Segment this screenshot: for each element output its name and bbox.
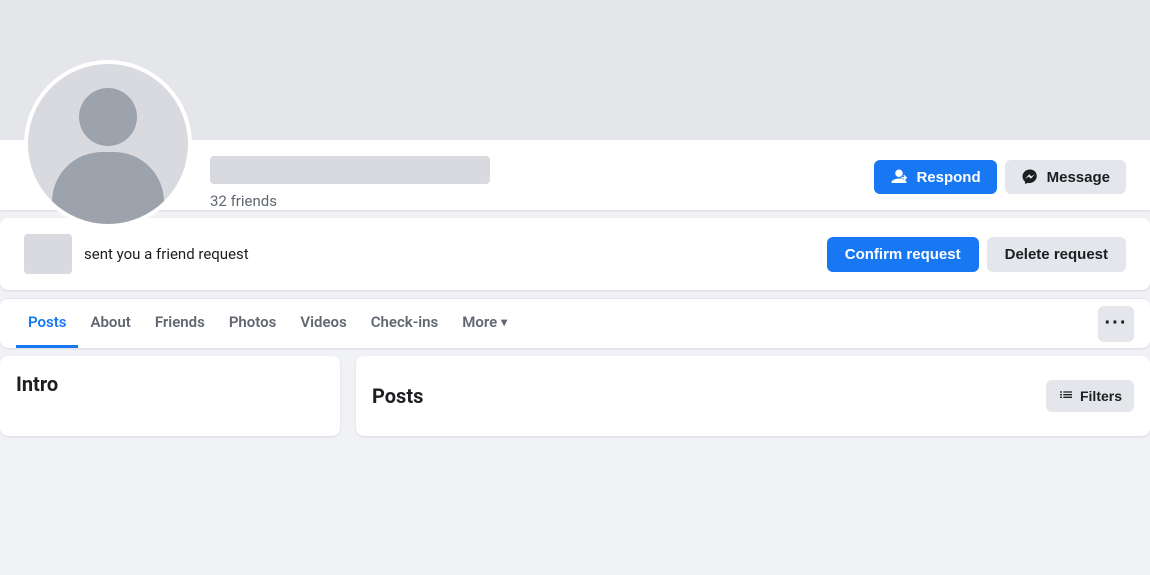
- posts-section: Posts Filters: [356, 356, 1150, 436]
- intro-title: Intro: [16, 372, 58, 396]
- respond-icon: [890, 168, 908, 186]
- friend-request-text: sent you a friend request: [84, 245, 249, 263]
- tab-videos[interactable]: Videos: [288, 299, 358, 348]
- message-button[interactable]: Message: [1005, 160, 1126, 194]
- tab-about[interactable]: About: [78, 299, 142, 348]
- nav-tabs: Posts About Friends Photos Videos Check-…: [16, 299, 519, 348]
- profile-nav: Posts About Friends Photos Videos Check-…: [0, 298, 1150, 348]
- friend-request-avatar: [24, 234, 72, 274]
- nav-ellipsis-button[interactable]: ···: [1098, 306, 1134, 342]
- messenger-icon: [1021, 168, 1039, 186]
- respond-button[interactable]: Respond: [874, 160, 996, 194]
- chevron-down-icon: ▾: [501, 315, 507, 329]
- tab-checkins[interactable]: Check-ins: [359, 299, 450, 348]
- bottom-sections: Intro Posts Filters: [0, 356, 1150, 436]
- friend-request-banner: sent you a friend request Confirm reques…: [0, 218, 1150, 290]
- profile-section: 32 friends Respond Message: [0, 140, 1150, 210]
- friend-request-actions: Confirm request Delete request: [827, 237, 1126, 272]
- filters-label: Filters: [1080, 388, 1122, 404]
- posts-title: Posts: [372, 384, 423, 408]
- avatar-wrapper: [24, 60, 192, 228]
- name-placeholder: [210, 156, 490, 184]
- friends-count: 32 friends: [210, 192, 490, 210]
- intro-section: Intro: [0, 356, 340, 436]
- respond-label: Respond: [916, 169, 980, 186]
- message-label: Message: [1047, 169, 1110, 186]
- avatar: [24, 60, 192, 228]
- filters-button[interactable]: Filters: [1046, 380, 1134, 412]
- delete-request-button[interactable]: Delete request: [987, 237, 1126, 272]
- profile-actions: Respond Message: [874, 160, 1126, 210]
- tab-friends[interactable]: Friends: [143, 299, 217, 348]
- confirm-request-button[interactable]: Confirm request: [827, 237, 979, 272]
- tab-more[interactable]: More ▾: [450, 299, 519, 348]
- friend-request-left: sent you a friend request: [24, 234, 249, 274]
- filters-icon: [1058, 388, 1074, 404]
- tab-photos[interactable]: Photos: [217, 299, 289, 348]
- profile-info: 32 friends: [210, 156, 490, 210]
- tab-posts[interactable]: Posts: [16, 299, 78, 348]
- ellipsis-icon: ···: [1105, 312, 1128, 335]
